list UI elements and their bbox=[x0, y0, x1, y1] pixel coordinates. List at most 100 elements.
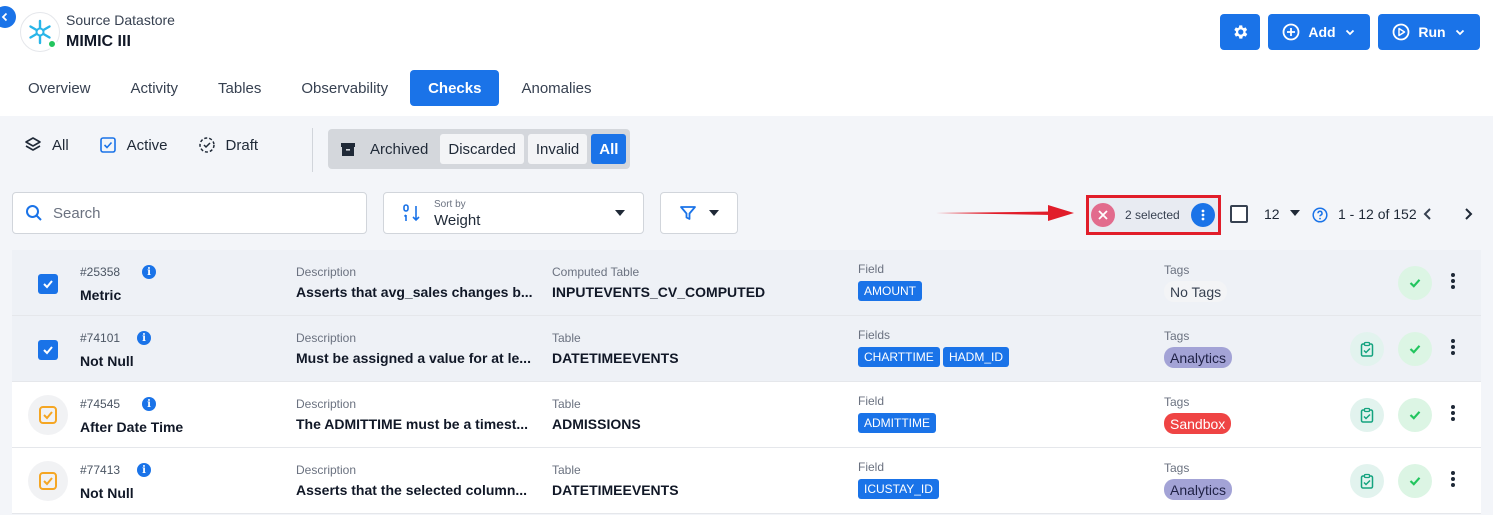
filter-archived-label: Archived bbox=[370, 140, 429, 158]
check-icon bbox=[43, 346, 53, 355]
info-icon[interactable]: i bbox=[137, 331, 151, 345]
check-type: Metric bbox=[80, 287, 122, 303]
list-item[interactable]: #74101 i Not Null Description Must be as… bbox=[12, 316, 1481, 382]
more-vertical-icon bbox=[1201, 209, 1205, 221]
bulk-actions-button[interactable] bbox=[1191, 203, 1215, 227]
tab-activity[interactable]: Activity bbox=[113, 70, 197, 106]
info-icon[interactable]: i bbox=[142, 265, 156, 279]
assign-check-button[interactable] bbox=[1350, 332, 1384, 366]
info-icon[interactable]: i bbox=[142, 397, 156, 411]
sort-value: Weight bbox=[434, 212, 481, 229]
list-item[interactable]: #74545 i After Date Time Description The… bbox=[12, 382, 1481, 448]
select-all-checkbox[interactable] bbox=[1230, 205, 1248, 223]
sort-select[interactable]: Sort by Weight bbox=[383, 192, 644, 234]
search-input[interactable] bbox=[53, 204, 333, 222]
chevron-right-icon[interactable] bbox=[1460, 206, 1476, 222]
chevron-left-icon[interactable] bbox=[1420, 206, 1436, 222]
clipboard-check-icon bbox=[1360, 473, 1374, 489]
help-circle-icon[interactable] bbox=[1312, 207, 1328, 223]
more-vertical-icon[interactable] bbox=[1450, 338, 1456, 356]
filter-draft[interactable]: Draft bbox=[198, 136, 259, 154]
list-item[interactable]: #25358 i Metric Description Asserts that… bbox=[12, 250, 1481, 316]
caret-down-icon bbox=[709, 210, 719, 216]
run-button-label: Run bbox=[1418, 24, 1446, 40]
check-icon bbox=[1409, 477, 1421, 486]
caret-down-icon[interactable] bbox=[1290, 210, 1300, 216]
tab-tables[interactable]: Tables bbox=[200, 70, 279, 106]
field-chip: HADM_ID bbox=[943, 347, 1010, 367]
add-button-label: Add bbox=[1308, 24, 1336, 40]
plus-circle-icon bbox=[1282, 23, 1300, 41]
description-value: Asserts that avg_sales changes b... bbox=[296, 284, 533, 300]
chevron-down-icon bbox=[1345, 29, 1354, 36]
active-status-button[interactable] bbox=[1398, 398, 1432, 432]
tag-badge: Sandbox bbox=[1164, 413, 1232, 434]
chevron-left-icon bbox=[1, 12, 8, 22]
tags-label: Tags bbox=[1164, 329, 1190, 343]
check-type-icon[interactable] bbox=[28, 461, 68, 501]
filter-discarded[interactable]: Discarded bbox=[440, 134, 524, 164]
field-chip: ADMITTIME bbox=[858, 413, 936, 433]
more-vertical-icon[interactable] bbox=[1450, 470, 1456, 488]
run-button[interactable]: Run bbox=[1378, 14, 1480, 50]
datastore-logo bbox=[20, 12, 60, 52]
filter-archived[interactable]: Archived bbox=[332, 134, 436, 164]
row-checkbox[interactable] bbox=[38, 274, 58, 294]
filter-divider bbox=[312, 128, 313, 172]
tab-anomalies[interactable]: Anomalies bbox=[503, 70, 609, 106]
more-vertical-icon[interactable] bbox=[1450, 272, 1456, 290]
description-label: Description bbox=[296, 397, 357, 411]
check-icon bbox=[1409, 279, 1421, 288]
selection-indicator: 2 selected bbox=[1086, 195, 1221, 235]
tag-badge: Analytics bbox=[1164, 479, 1233, 500]
check-type-icon[interactable] bbox=[28, 395, 68, 435]
filter-active[interactable]: Active bbox=[99, 136, 168, 154]
collapse-sidebar-button[interactable] bbox=[0, 6, 16, 28]
active-status-button[interactable] bbox=[1398, 266, 1432, 300]
status-online-dot bbox=[47, 39, 57, 49]
active-status-button[interactable] bbox=[1398, 464, 1432, 498]
selected-count: 2 selected bbox=[1125, 208, 1180, 222]
description-value: The ADMITTIME must be a timest... bbox=[296, 416, 529, 432]
active-status-button[interactable] bbox=[1398, 332, 1432, 366]
table-value: INPUTEVENTS_CV_COMPUTED bbox=[552, 284, 766, 300]
page-header: Source Datastore MIMIC III Add Run bbox=[0, 0, 1493, 64]
tab-observability[interactable]: Observability bbox=[283, 70, 406, 106]
more-vertical-icon[interactable] bbox=[1450, 404, 1456, 422]
tab-checks[interactable]: Checks bbox=[410, 70, 500, 106]
pagination-range: 1 - 12 of 152 bbox=[1338, 206, 1417, 222]
filter-all[interactable]: All bbox=[24, 136, 69, 154]
info-icon[interactable]: i bbox=[137, 463, 151, 477]
annotation-arrow bbox=[936, 205, 1074, 221]
funnel-icon bbox=[680, 206, 696, 220]
field-label: Field bbox=[858, 394, 885, 408]
field-chip: AMOUNT bbox=[858, 281, 922, 301]
search-box[interactable] bbox=[12, 192, 367, 234]
add-button[interactable]: Add bbox=[1268, 14, 1370, 50]
filter-invalid[interactable]: Invalid bbox=[527, 134, 588, 164]
tags-label: Tags bbox=[1164, 263, 1190, 277]
play-circle-icon bbox=[1392, 23, 1410, 41]
filter-draft-label: Draft bbox=[225, 136, 259, 154]
table-label: Computed Table bbox=[552, 265, 640, 279]
row-checkbox[interactable] bbox=[38, 340, 58, 360]
check-type: Not Null bbox=[80, 353, 134, 369]
clipboard-check-icon bbox=[1360, 407, 1374, 423]
filter-button[interactable] bbox=[660, 192, 738, 234]
draft-circle-icon bbox=[198, 137, 215, 153]
filter-all-label: All bbox=[52, 136, 69, 154]
list-item[interactable]: #77413 i Not Null Description Asserts th… bbox=[12, 448, 1481, 514]
clear-selection-button[interactable] bbox=[1091, 203, 1115, 227]
filter-archived-all[interactable]: All bbox=[591, 134, 627, 164]
check-icon bbox=[1409, 411, 1421, 420]
per-page-value[interactable]: 12 bbox=[1264, 206, 1280, 222]
table-value: ADMISSIONS bbox=[552, 416, 641, 432]
field-chip: ICUSTAY_ID bbox=[858, 479, 939, 499]
assign-check-button[interactable] bbox=[1350, 398, 1384, 432]
table-value: DATETIMEEVENTS bbox=[552, 350, 679, 366]
tab-overview[interactable]: Overview bbox=[10, 70, 109, 106]
draft-check-icon bbox=[39, 472, 57, 490]
field-chip: CHARTTIME bbox=[858, 347, 940, 367]
assign-check-button[interactable] bbox=[1350, 464, 1384, 498]
settings-button[interactable] bbox=[1220, 14, 1260, 50]
